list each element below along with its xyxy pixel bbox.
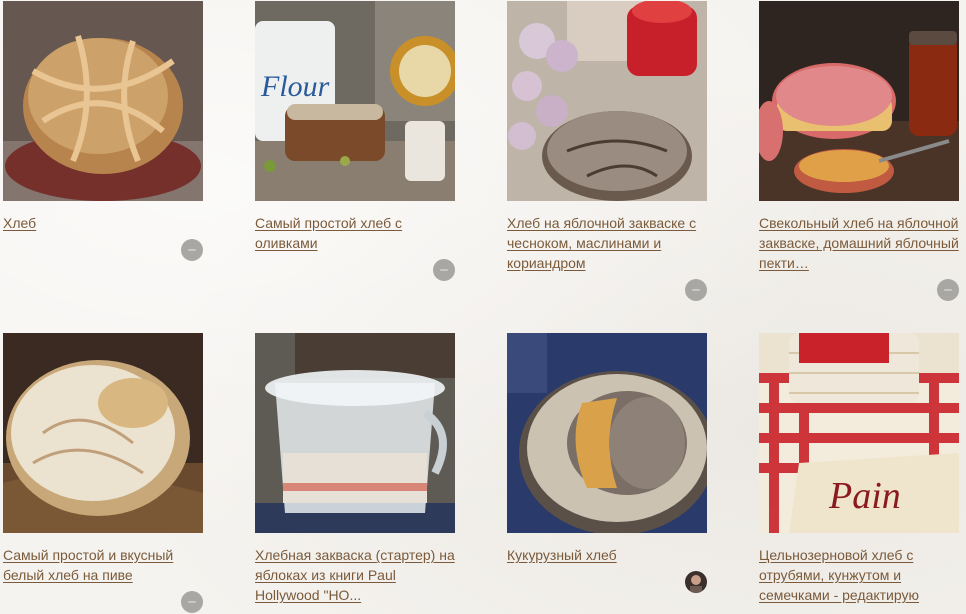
recipe-thumbnail[interactable] xyxy=(759,1,959,201)
svg-text:Pain: Pain xyxy=(828,475,901,517)
recipe-card: Кукурузный хлеб xyxy=(507,333,707,565)
recipe-thumbnail[interactable] xyxy=(507,1,707,201)
recipe-thumbnail[interactable] xyxy=(3,333,203,533)
author-avatar-icon[interactable] xyxy=(685,279,707,301)
recipe-title-link[interactable]: Цельнозерновой хлеб с отрубями, кунжутом… xyxy=(759,545,959,605)
author-avatar-icon[interactable] xyxy=(937,279,959,301)
corn-bread-in-basket-photo xyxy=(507,333,707,533)
recipe-card: Pain Цельнозерновой хлеб с отрубями, кун… xyxy=(759,333,959,605)
recipe-grid: Хлеб Flour Самый простой хлеб с оливками xyxy=(0,0,966,614)
recipe-thumbnail[interactable] xyxy=(3,1,203,201)
recipe-thumbnail[interactable] xyxy=(255,333,455,533)
white-bread-photo xyxy=(3,333,203,533)
sourdough-starter-jar-photo xyxy=(255,333,455,533)
svg-text:Flour: Flour xyxy=(260,70,330,103)
recipe-title-link[interactable]: Кукурузный хлеб xyxy=(507,545,707,565)
beet-bread-photo xyxy=(759,1,959,201)
recipe-card: Flour Самый простой хлеб с оливками xyxy=(255,1,455,253)
author-avatar-icon[interactable] xyxy=(181,239,203,261)
recipe-card: Хлеб на яблочной закваске с чесноком, ма… xyxy=(507,1,707,273)
recipe-card: Свекольный хлеб на яблочной закваске, до… xyxy=(759,1,959,273)
recipe-title-link[interactable]: Свекольный хлеб на яблочной закваске, до… xyxy=(759,213,959,273)
recipe-title-link[interactable]: Хлеб на яблочной закваске с чесноком, ма… xyxy=(507,213,707,273)
recipe-card: Хлеб xyxy=(3,1,203,233)
bread-with-garlic-photo xyxy=(507,1,707,201)
recipe-card: Хлебная закваска (стартер) на яблоках из… xyxy=(255,333,455,605)
recipe-thumbnail[interactable]: Flour xyxy=(255,1,455,201)
recipe-thumbnail[interactable] xyxy=(507,333,707,533)
author-avatar-icon[interactable] xyxy=(433,259,455,281)
author-avatar-icon[interactable] xyxy=(685,571,707,593)
recipe-title-link[interactable]: Хлебная закваска (стартер) на яблоках из… xyxy=(255,545,455,605)
basket-with-pain-towel-photo: Pain xyxy=(759,333,959,533)
bread-with-flour-canister-photo: Flour xyxy=(255,1,455,201)
author-avatar-icon[interactable] xyxy=(181,591,203,613)
recipe-title-link[interactable]: Хлеб xyxy=(3,213,203,233)
recipe-title-link[interactable]: Самый простой и вкусный белый хлеб на пи… xyxy=(3,545,203,585)
round-bread-loaf-photo xyxy=(3,1,203,201)
recipe-title-link[interactable]: Самый простой хлеб с оливками xyxy=(255,213,455,253)
recipe-thumbnail[interactable]: Pain xyxy=(759,333,959,533)
recipe-card: Самый простой и вкусный белый хлеб на пи… xyxy=(3,333,203,585)
